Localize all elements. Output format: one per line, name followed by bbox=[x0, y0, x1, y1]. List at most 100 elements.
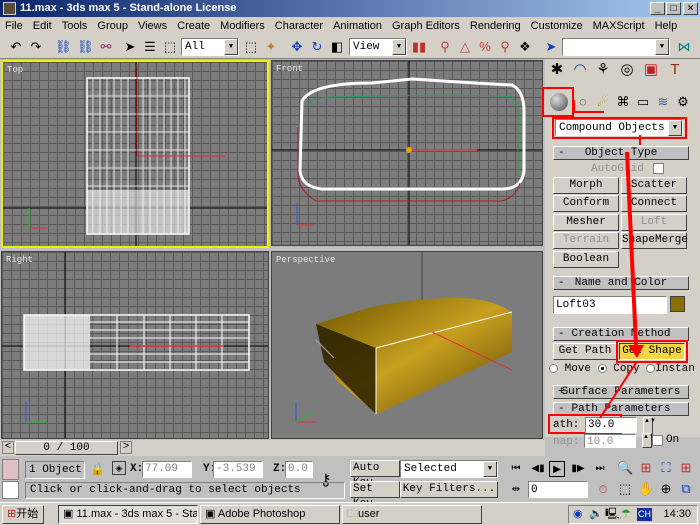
rollout-object-type[interactable]: - Object Type bbox=[553, 146, 689, 160]
menu-maxscript[interactable]: MAXScript bbox=[588, 17, 650, 35]
network-icon[interactable]: ◉ bbox=[573, 506, 583, 523]
maximize-button[interactable]: □ bbox=[666, 2, 681, 15]
snap-on-checkbox[interactable] bbox=[652, 435, 663, 446]
create-tab-icon[interactable]: ✱ bbox=[549, 62, 565, 78]
maxscript-listener-pink[interactable] bbox=[2, 459, 19, 480]
key-mode-toggle-icon[interactable]: ⇹ bbox=[508, 482, 524, 498]
taskbar-item-3dsmax[interactable]: ▣ 11.max - 3ds max 5 - Sta... bbox=[58, 505, 198, 524]
viewport-label-front[interactable]: Front bbox=[276, 64, 303, 74]
set-key-button[interactable]: Set Key bbox=[350, 481, 400, 510]
connect-button[interactable]: Connect bbox=[621, 195, 687, 212]
menu-create[interactable]: Create bbox=[172, 17, 215, 35]
zoom-extents-icon[interactable]: ⛶ bbox=[658, 460, 674, 476]
time-slider-thumb[interactable]: 0 / 100 bbox=[15, 441, 118, 455]
time-configuration-icon[interactable]: ⏱ bbox=[595, 482, 611, 498]
time-slider-prev[interactable]: < bbox=[2, 441, 14, 454]
scatter-button[interactable]: Scatter bbox=[621, 177, 687, 194]
key-filters-button[interactable]: Key Filters... bbox=[400, 481, 498, 498]
copy-radio[interactable] bbox=[597, 363, 607, 373]
minimize-button[interactable]: _ bbox=[650, 2, 665, 15]
viewport-perspective[interactable]: Perspective bbox=[271, 251, 543, 439]
morph-button[interactable]: Morph bbox=[553, 177, 619, 194]
modify-tab-icon[interactable]: ◠ bbox=[572, 62, 588, 78]
arc-rotate-icon[interactable]: ⊕ bbox=[658, 481, 674, 497]
umbrella-icon[interactable]: ☂ bbox=[621, 506, 631, 523]
named-selection-dropdown[interactable]: ▼ bbox=[562, 38, 670, 56]
conform-button[interactable]: Conform bbox=[553, 195, 619, 212]
select-by-name-icon[interactable]: ☰ bbox=[142, 39, 158, 55]
pivot-center-icon[interactable]: ▮▮ bbox=[411, 39, 427, 55]
boolean-button[interactable]: Boolean bbox=[553, 251, 619, 268]
volume-icon[interactable]: 🔈 bbox=[589, 506, 603, 523]
geometry-category-icon[interactable] bbox=[550, 93, 568, 111]
snap-spinner[interactable]: ▲▼ bbox=[642, 433, 655, 448]
close-button[interactable]: × bbox=[683, 2, 698, 15]
mirror-icon[interactable]: ⋈ bbox=[676, 39, 692, 55]
terrain-button[interactable]: Terrain bbox=[553, 232, 619, 249]
path-value-input[interactable] bbox=[585, 417, 637, 433]
viewport-label-top[interactable]: Top bbox=[7, 65, 23, 75]
percent-snap-icon[interactable]: % bbox=[477, 39, 493, 55]
scale-icon[interactable]: ◧ bbox=[329, 39, 345, 55]
select-and-link-icon[interactable]: ⛓ bbox=[55, 39, 72, 55]
select-object-icon[interactable]: ➤ bbox=[122, 39, 138, 55]
snap-toggle-icon[interactable]: ⚲ bbox=[437, 39, 453, 55]
undo-icon[interactable]: ↶ bbox=[8, 39, 24, 55]
shapes-category-icon[interactable]: ◌ bbox=[575, 94, 591, 110]
loft-button[interactable]: Loft bbox=[621, 214, 687, 231]
maxscript-listener-white[interactable] bbox=[2, 481, 19, 499]
move-icon[interactable]: ✥ bbox=[289, 39, 305, 55]
move-radio[interactable] bbox=[549, 363, 558, 373]
menu-animation[interactable]: Animation bbox=[328, 17, 387, 35]
path-spinner[interactable]: ▲▼ bbox=[643, 417, 656, 434]
rollout-surface-parameters[interactable]: + Surface Parameters bbox=[553, 385, 689, 399]
menu-edit[interactable]: Edit bbox=[28, 17, 57, 35]
named-selection-sets-icon[interactable]: ➤ bbox=[543, 39, 559, 55]
go-to-end-icon[interactable]: ⏭ bbox=[592, 461, 608, 477]
utilities-tab-icon[interactable]: T bbox=[667, 62, 683, 78]
instance-radio[interactable] bbox=[646, 363, 656, 373]
time-slider-next[interactable]: > bbox=[120, 441, 132, 454]
category-dropdown[interactable]: Compound Objects ▼ bbox=[555, 119, 683, 136]
taskbar-item-photoshop[interactable]: ▣ Adobe Photoshop bbox=[200, 505, 340, 524]
rollout-creation-method[interactable]: - Creation Method bbox=[553, 327, 689, 341]
connection-status-icon[interactable]: 🖳 bbox=[605, 506, 620, 523]
start-button[interactable]: ⊞开始 bbox=[2, 505, 44, 524]
cameras-category-icon[interactable]: ⌘ bbox=[615, 94, 631, 110]
viewport-right[interactable]: Right bbox=[1, 251, 269, 439]
lock-selection-icon[interactable]: 🔒 bbox=[90, 462, 105, 476]
snap-value-input[interactable]: 10.0 bbox=[584, 434, 636, 448]
systems-category-icon[interactable]: ⚙ bbox=[675, 94, 691, 110]
viewport-front[interactable]: Front bbox=[271, 60, 543, 246]
region-zoom-icon[interactable]: ⬚ bbox=[617, 481, 633, 497]
auto-key-button[interactable]: Auto Key bbox=[350, 460, 400, 489]
rectangular-selection-icon[interactable]: ⬚ bbox=[162, 39, 178, 55]
viewport-label-perspective[interactable]: Perspective bbox=[276, 255, 335, 265]
shapemerge-button[interactable]: ShapeMerge bbox=[621, 232, 688, 249]
space-warps-category-icon[interactable]: ≋ bbox=[655, 94, 671, 110]
autogrid-checkbox[interactable] bbox=[653, 163, 664, 174]
bind-space-warp-icon[interactable]: ⚯ bbox=[98, 39, 114, 55]
menu-tools[interactable]: Tools bbox=[57, 17, 93, 35]
z-coordinate-input[interactable]: 0.0 bbox=[285, 461, 313, 478]
reference-coordinate-dropdown[interactable]: View ▼ bbox=[349, 38, 407, 56]
menu-file[interactable]: File bbox=[0, 17, 28, 35]
menu-character[interactable]: Character bbox=[270, 17, 328, 35]
selection-filter-dropdown[interactable]: All ▼ bbox=[181, 38, 239, 56]
menu-help[interactable]: Help bbox=[650, 17, 683, 35]
get-shape-button[interactable]: Get Shape bbox=[619, 343, 685, 360]
redo-icon[interactable]: ↷ bbox=[28, 39, 44, 55]
key-mode-dropdown[interactable]: Selected ▼ bbox=[400, 460, 498, 478]
pan-icon[interactable]: ✋ bbox=[638, 481, 654, 497]
absolute-mode-icon[interactable]: ◈ bbox=[112, 461, 126, 475]
go-to-start-icon[interactable]: ⏮ bbox=[508, 461, 524, 477]
rotate-icon[interactable]: ↻ bbox=[309, 39, 325, 55]
zoom-icon[interactable]: 🔍 bbox=[617, 460, 633, 476]
object-color-swatch[interactable] bbox=[670, 296, 685, 312]
input-method-indicator[interactable]: CH bbox=[637, 508, 652, 521]
helpers-category-icon[interactable]: ▭ bbox=[635, 94, 651, 110]
menu-group[interactable]: Group bbox=[92, 17, 133, 35]
taskbar-item-user-folder[interactable]: 🗀user bbox=[342, 505, 482, 524]
maximize-viewport-icon[interactable]: ⧉ bbox=[678, 481, 694, 497]
spinner-snap-icon[interactable]: ⚲ bbox=[497, 39, 513, 55]
